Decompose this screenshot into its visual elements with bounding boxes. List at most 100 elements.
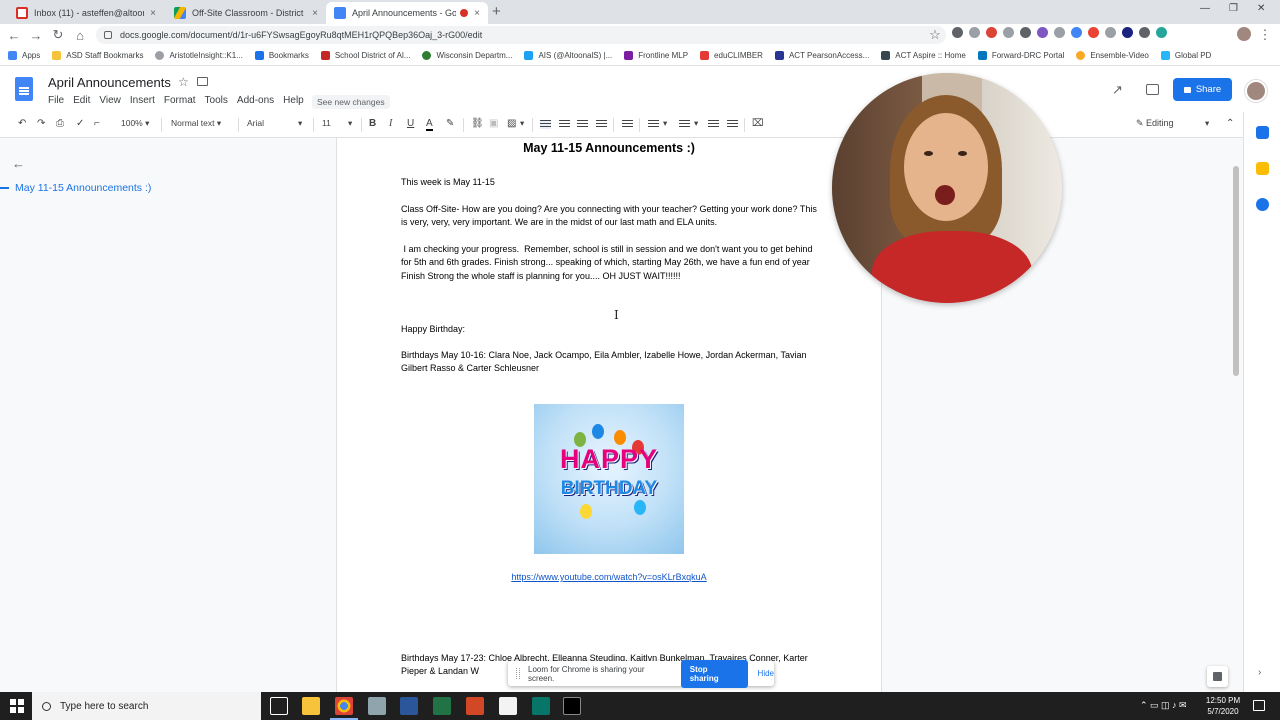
- insert-image-icon[interactable]: ▨: [507, 118, 516, 129]
- outline-heading-link[interactable]: May 11-15 Announcements :): [0, 182, 151, 194]
- explore-button[interactable]: [1207, 666, 1228, 687]
- bookmark-link[interactable]: AIS (@AltoonalS) |...: [524, 51, 612, 60]
- browser-menu-icon[interactable]: ⋮: [1254, 27, 1276, 43]
- extension-icon[interactable]: [1105, 27, 1116, 38]
- close-tab-icon[interactable]: ×: [312, 8, 318, 19]
- extension-icon[interactable]: [969, 27, 980, 38]
- restore-icon[interactable]: ❐: [1229, 3, 1238, 14]
- extension-icon[interactable]: [1054, 27, 1065, 38]
- bookmark-apps[interactable]: Apps: [8, 51, 40, 60]
- chrome-icon[interactable]: [330, 697, 358, 720]
- taskbar-search[interactable]: Type here to search: [32, 692, 261, 720]
- terminal-icon[interactable]: [563, 697, 581, 715]
- see-new-changes-button[interactable]: See new changes: [312, 95, 390, 109]
- bookmark-folder[interactable]: ASD Staff Bookmarks: [52, 51, 143, 60]
- extension-icon[interactable]: [1071, 27, 1082, 38]
- menu-add-ons[interactable]: Add-ons: [237, 95, 274, 106]
- hide-button[interactable]: Hide: [758, 669, 774, 678]
- new-tab-button[interactable]: +: [492, 3, 501, 20]
- publisher-icon[interactable]: [532, 697, 550, 715]
- word-icon[interactable]: [400, 697, 418, 715]
- account-avatar[interactable]: [1245, 80, 1267, 102]
- bookmark-link[interactable]: Forward-DRC Portal: [977, 51, 1064, 60]
- menu-format[interactable]: Format: [164, 95, 196, 106]
- chevron-down-icon[interactable]: ▾: [348, 118, 352, 129]
- bookmark-link[interactable]: AristotleInsight::K1...: [155, 51, 243, 60]
- decrease-indent-icon[interactable]: [708, 120, 719, 129]
- wordpad-icon[interactable]: [499, 697, 517, 715]
- home-icon[interactable]: ⌂: [69, 28, 91, 43]
- undo-icon[interactable]: ↶: [18, 118, 26, 129]
- drag-handle-icon[interactable]: [516, 668, 520, 679]
- file-explorer-icon[interactable]: [302, 697, 320, 715]
- paragraph-style-select[interactable]: Normal text ▾: [171, 118, 233, 129]
- activity-trend-icon[interactable]: ↗: [1112, 82, 1123, 98]
- paragraph-progress[interactable]: I am checking your progress. Remember, s…: [401, 243, 821, 283]
- star-icon[interactable]: ☆: [178, 75, 189, 89]
- close-tab-icon[interactable]: ×: [150, 8, 156, 19]
- paragraph-week[interactable]: This week is May 11-15: [401, 176, 821, 189]
- chevron-down-icon[interactable]: ▾: [694, 118, 698, 129]
- chevron-down-icon[interactable]: ▾: [1205, 118, 1209, 129]
- bookmark-link[interactable]: Bookmarks: [254, 51, 309, 60]
- extension-icon[interactable]: [1020, 27, 1031, 38]
- google-docs-logo-icon[interactable]: [15, 77, 33, 101]
- bulleted-list-icon[interactable]: [679, 120, 690, 129]
- window-close-icon[interactable]: ✕: [1257, 3, 1265, 14]
- extension-icon[interactable]: [1088, 27, 1099, 38]
- bookmark-link[interactable]: ACT Aspire :: Home: [881, 51, 966, 60]
- document-title[interactable]: April Announcements: [48, 75, 171, 90]
- vertical-scrollbar[interactable]: [1233, 166, 1239, 376]
- font-size-select[interactable]: 11: [322, 118, 331, 128]
- italic-icon[interactable]: I: [389, 118, 392, 129]
- paragraph-birthdays-may-10-16[interactable]: Birthdays May 10-16: Clara Noe, Jack Oca…: [401, 349, 821, 376]
- document-page[interactable]: May 11-15 Announcements :) This week is …: [336, 138, 882, 692]
- tab-april-announcements[interactable]: April Announcements - Goo ×: [326, 2, 488, 24]
- bookmark-star-icon[interactable]: ☆: [924, 27, 946, 43]
- notification-icon[interactable]: [1253, 700, 1265, 711]
- system-tray-icons[interactable]: ⌃ ▭ ◫ ♪ ✉: [1140, 700, 1187, 711]
- windows-start-icon[interactable]: [10, 699, 24, 713]
- close-outline-icon[interactable]: ←: [12, 156, 25, 171]
- collapse-menus-icon[interactable]: ⌃: [1226, 118, 1234, 129]
- menu-edit[interactable]: Edit: [73, 95, 90, 106]
- highlight-icon[interactable]: ✎: [446, 118, 454, 129]
- close-tab-icon[interactable]: ×: [474, 8, 480, 19]
- chevron-down-icon[interactable]: ▾: [663, 118, 667, 129]
- numbered-list-icon[interactable]: [648, 120, 659, 129]
- extension-icon[interactable]: [1003, 27, 1014, 38]
- align-right-icon[interactable]: [577, 120, 588, 129]
- bookmark-link[interactable]: Global PD: [1160, 51, 1211, 60]
- profile-avatar[interactable]: [1237, 27, 1251, 41]
- bookmark-link[interactable]: ACT PearsonAccess...: [774, 51, 869, 60]
- link-icon[interactable]: ⛓: [471, 118, 484, 129]
- menu-help[interactable]: Help: [283, 95, 304, 106]
- zoom-select[interactable]: 100% ▾: [121, 118, 149, 129]
- extension-icon[interactable]: [1122, 27, 1133, 38]
- paragraph-happy-birthday[interactable]: Happy Birthday:: [401, 323, 821, 336]
- minimize-icon[interactable]: —: [1200, 3, 1210, 14]
- add-comment-icon[interactable]: ▣: [489, 118, 498, 129]
- extension-icon[interactable]: [1156, 27, 1167, 38]
- editing-mode-select[interactable]: ✎ Editing: [1136, 118, 1174, 129]
- back-icon[interactable]: ←: [3, 28, 25, 43]
- powerpoint-icon[interactable]: [466, 697, 484, 715]
- bookmark-link[interactable]: eduCLIMBER: [700, 51, 763, 60]
- stop-sharing-button[interactable]: Stop sharing: [680, 659, 748, 688]
- chevron-right-icon[interactable]: ›: [1258, 667, 1261, 678]
- share-button[interactable]: Share: [1173, 78, 1232, 101]
- move-folder-icon[interactable]: [197, 77, 208, 86]
- forward-icon[interactable]: →: [25, 28, 47, 43]
- line-spacing-icon[interactable]: [622, 120, 633, 129]
- document-heading[interactable]: May 11-15 Announcements :): [337, 141, 881, 155]
- bookmark-link[interactable]: Ensemble-Video: [1076, 51, 1149, 60]
- bookmark-link[interactable]: Wisconsin Departm...: [422, 51, 512, 60]
- comments-icon[interactable]: [1146, 84, 1159, 95]
- tasks-icon[interactable]: [1256, 198, 1269, 211]
- menu-tools[interactable]: Tools: [205, 95, 228, 106]
- address-bar[interactable]: docs.google.com/document/d/1r-u6FYSwsagE…: [96, 26, 946, 44]
- tab-drive[interactable]: Off-Site Classroom - District RTI l ×: [166, 2, 326, 24]
- redo-icon[interactable]: ↷: [37, 118, 45, 129]
- bold-icon[interactable]: B: [369, 118, 376, 129]
- paragraph-class-offsite[interactable]: Class Off-Site- How are you doing? Are y…: [401, 203, 821, 230]
